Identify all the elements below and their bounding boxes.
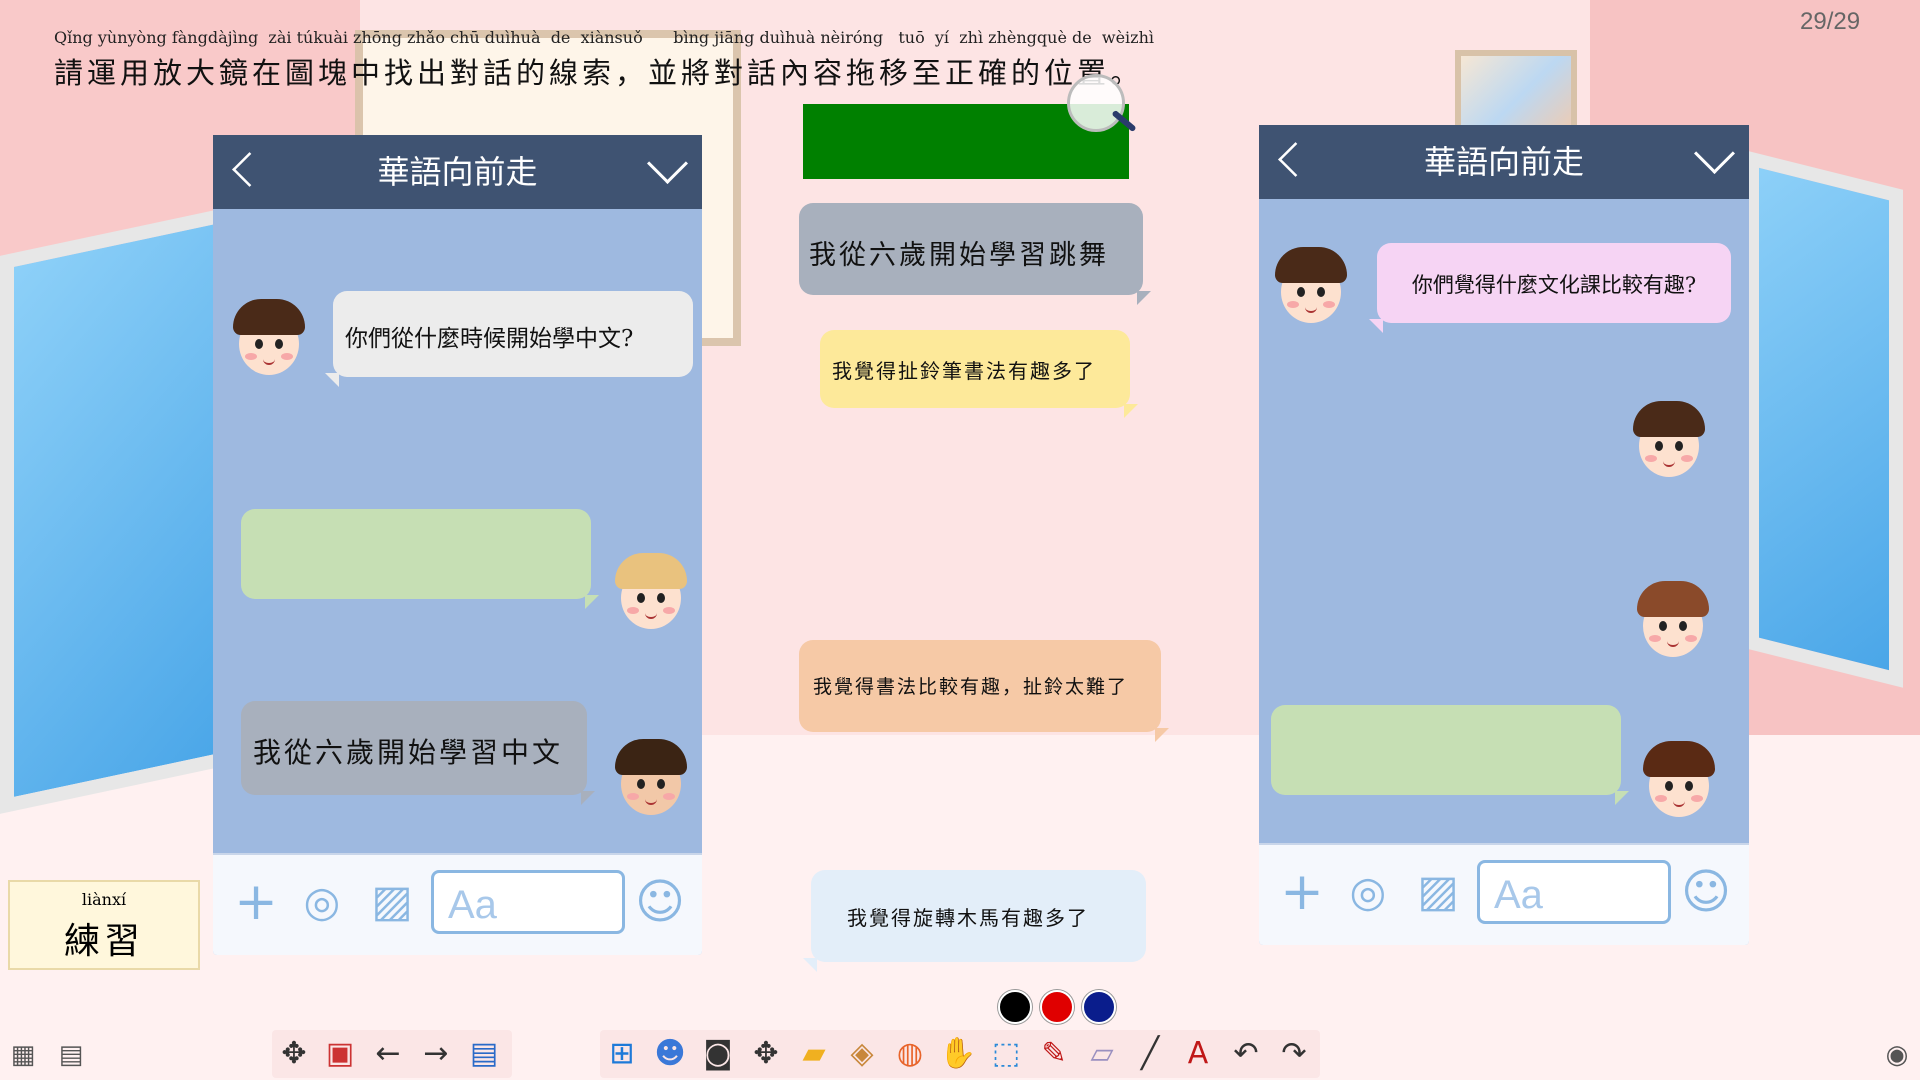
browser-icon[interactable]: ◍ (890, 1034, 930, 1074)
emoji-icon[interactable]: ☺ (1677, 863, 1735, 921)
page-indicator: 29/29 (1800, 8, 1861, 35)
pen-color-red[interactable] (1040, 990, 1074, 1024)
instruction-text: 請運用放大鏡在圖塊中找出對話的線索，並將對話內容拖移至正確的位置。 (54, 56, 1144, 90)
chat-header: 華語向前走 (213, 135, 702, 209)
avatar-boy-spiky (609, 735, 693, 819)
user-profile-icon[interactable]: ◉ (1880, 1040, 1914, 1070)
presentation-icon[interactable]: ▤ (54, 1040, 88, 1070)
camera-icon[interactable]: ◎ (293, 873, 351, 931)
marker-icon[interactable]: ✎ (1034, 1034, 1074, 1074)
gallery-icon[interactable]: ▦ (6, 1040, 40, 1070)
message-text: 你們從什麼時候開始學中文? (345, 326, 634, 352)
practice-pinyin: liànxí (81, 890, 127, 909)
select-icon[interactable]: ⬚ (986, 1034, 1026, 1074)
avatar-girl-bob (1637, 737, 1721, 821)
annotation-toolbar: ⊞ ☻ ◙ ✥ ▰ ◈ ◍ ✋ ⬚ ✎ ▱ ╱ A ↶ ↷ (600, 1030, 1320, 1078)
bubble-text: 我覺得書法比較有趣，扯鈴太難了 (813, 676, 1129, 698)
emoji-icon[interactable]: ☺ (631, 873, 689, 931)
whiteboard-icon[interactable]: ▣ (320, 1034, 360, 1074)
chat-input-bar: + ◎ ▨ Aa ☺ (213, 853, 702, 955)
draggable-bubble[interactable]: 我覺得扯鈴筆書法有趣多了 (820, 330, 1138, 418)
bubble-text: 我覺得扯鈴筆書法有趣多了 (832, 359, 1096, 383)
chat-header: 華語向前走 (1259, 125, 1749, 199)
left-window (0, 204, 243, 814)
draggable-bubble[interactable]: 我覺得書法比較有趣，扯鈴太難了 (799, 640, 1169, 742)
draggable-bubble[interactable]: 我從六歲開始學習跳舞 (799, 203, 1151, 305)
drop-zone-bubble[interactable] (1271, 705, 1629, 805)
eraser-icon[interactable]: ▱ (1082, 1034, 1122, 1074)
message-text: 我從六歲開始學習中文 (253, 736, 564, 769)
image-icon[interactable]: ▨ (1409, 863, 1467, 921)
left-chat-panel: 華語向前走 你們從什麼時候開始學中文? 我從六歲開始學習中文 + ◎ ▨ Aa … (213, 135, 702, 955)
message-text: 你們覺得什麼文化課比較有趣? (1411, 273, 1697, 297)
message-input[interactable]: Aa (1477, 860, 1671, 924)
plus-icon[interactable]: + (1273, 863, 1331, 921)
magnifier-icon[interactable] (1067, 74, 1125, 132)
notes-icon[interactable]: ▤ (464, 1034, 504, 1074)
practice-label: 練習 (63, 921, 144, 962)
avatar-boy (227, 295, 311, 379)
avatar-boy (1627, 397, 1711, 481)
pan-icon[interactable]: ✥ (746, 1034, 786, 1074)
navigation-toolbar: ✥ ▣ ← → ▤ (272, 1030, 512, 1078)
plus-icon[interactable]: + (227, 873, 285, 931)
practice-label-box: liànxí 練習 (8, 880, 200, 970)
camera-icon[interactable]: ◎ (1339, 863, 1397, 921)
text-icon[interactable]: A (1178, 1034, 1218, 1074)
chat-bubble: 你們從什麼時候開始學中文? (325, 291, 693, 387)
right-window (1745, 150, 1903, 688)
line-icon[interactable]: ╱ (1130, 1034, 1170, 1074)
instruction-pinyin: Qǐng yùnyòng fàngdàjìng zài túkuài zhōng… (54, 28, 1155, 47)
folder-icon[interactable]: ▰ (794, 1034, 834, 1074)
move-icon[interactable]: ✥ (274, 1034, 314, 1074)
redo-icon[interactable]: ↷ (1274, 1034, 1314, 1074)
chat-input-bar: + ◎ ▨ Aa ☺ (1259, 843, 1749, 945)
chat-title: 華語向前走 (1423, 143, 1584, 181)
drop-zone-bubble[interactable] (241, 509, 599, 609)
avatar-boy-glasses (1631, 577, 1715, 661)
bubble-text: 我覺得旋轉木馬有趣多了 (847, 906, 1089, 930)
box-icon[interactable]: ◈ (842, 1034, 882, 1074)
chat-bubble: 我從六歲開始學習中文 (241, 701, 595, 805)
next-arrow-icon[interactable]: → (416, 1034, 456, 1074)
screenshot-icon[interactable]: ◙ (698, 1034, 738, 1074)
message-input[interactable]: Aa (431, 870, 625, 934)
image-icon[interactable]: ▨ (363, 873, 421, 931)
right-chat-panel: 華語向前走 你們覺得什麼文化課比較有趣? + ◎ ▨ Aa ☺ (1259, 125, 1749, 945)
pen-color-blue[interactable] (1082, 990, 1116, 1024)
avatar-blonde-girl (609, 549, 693, 633)
users-icon[interactable]: ☻ (650, 1034, 690, 1074)
bubble-text: 我從六歲開始學習跳舞 (809, 240, 1109, 271)
chat-bubble: 你們覺得什麼文化課比較有趣? (1369, 243, 1731, 333)
avatar-girl (1269, 243, 1353, 327)
prev-arrow-icon[interactable]: ← (368, 1034, 408, 1074)
undo-icon[interactable]: ↶ (1226, 1034, 1266, 1074)
windows-icon[interactable]: ⊞ (602, 1034, 642, 1074)
pen-color-black[interactable] (998, 990, 1032, 1024)
draggable-bubble[interactable]: 我覺得旋轉木馬有趣多了 (803, 870, 1146, 972)
hand-icon[interactable]: ✋ (938, 1034, 978, 1074)
chat-title: 華語向前走 (377, 153, 538, 191)
